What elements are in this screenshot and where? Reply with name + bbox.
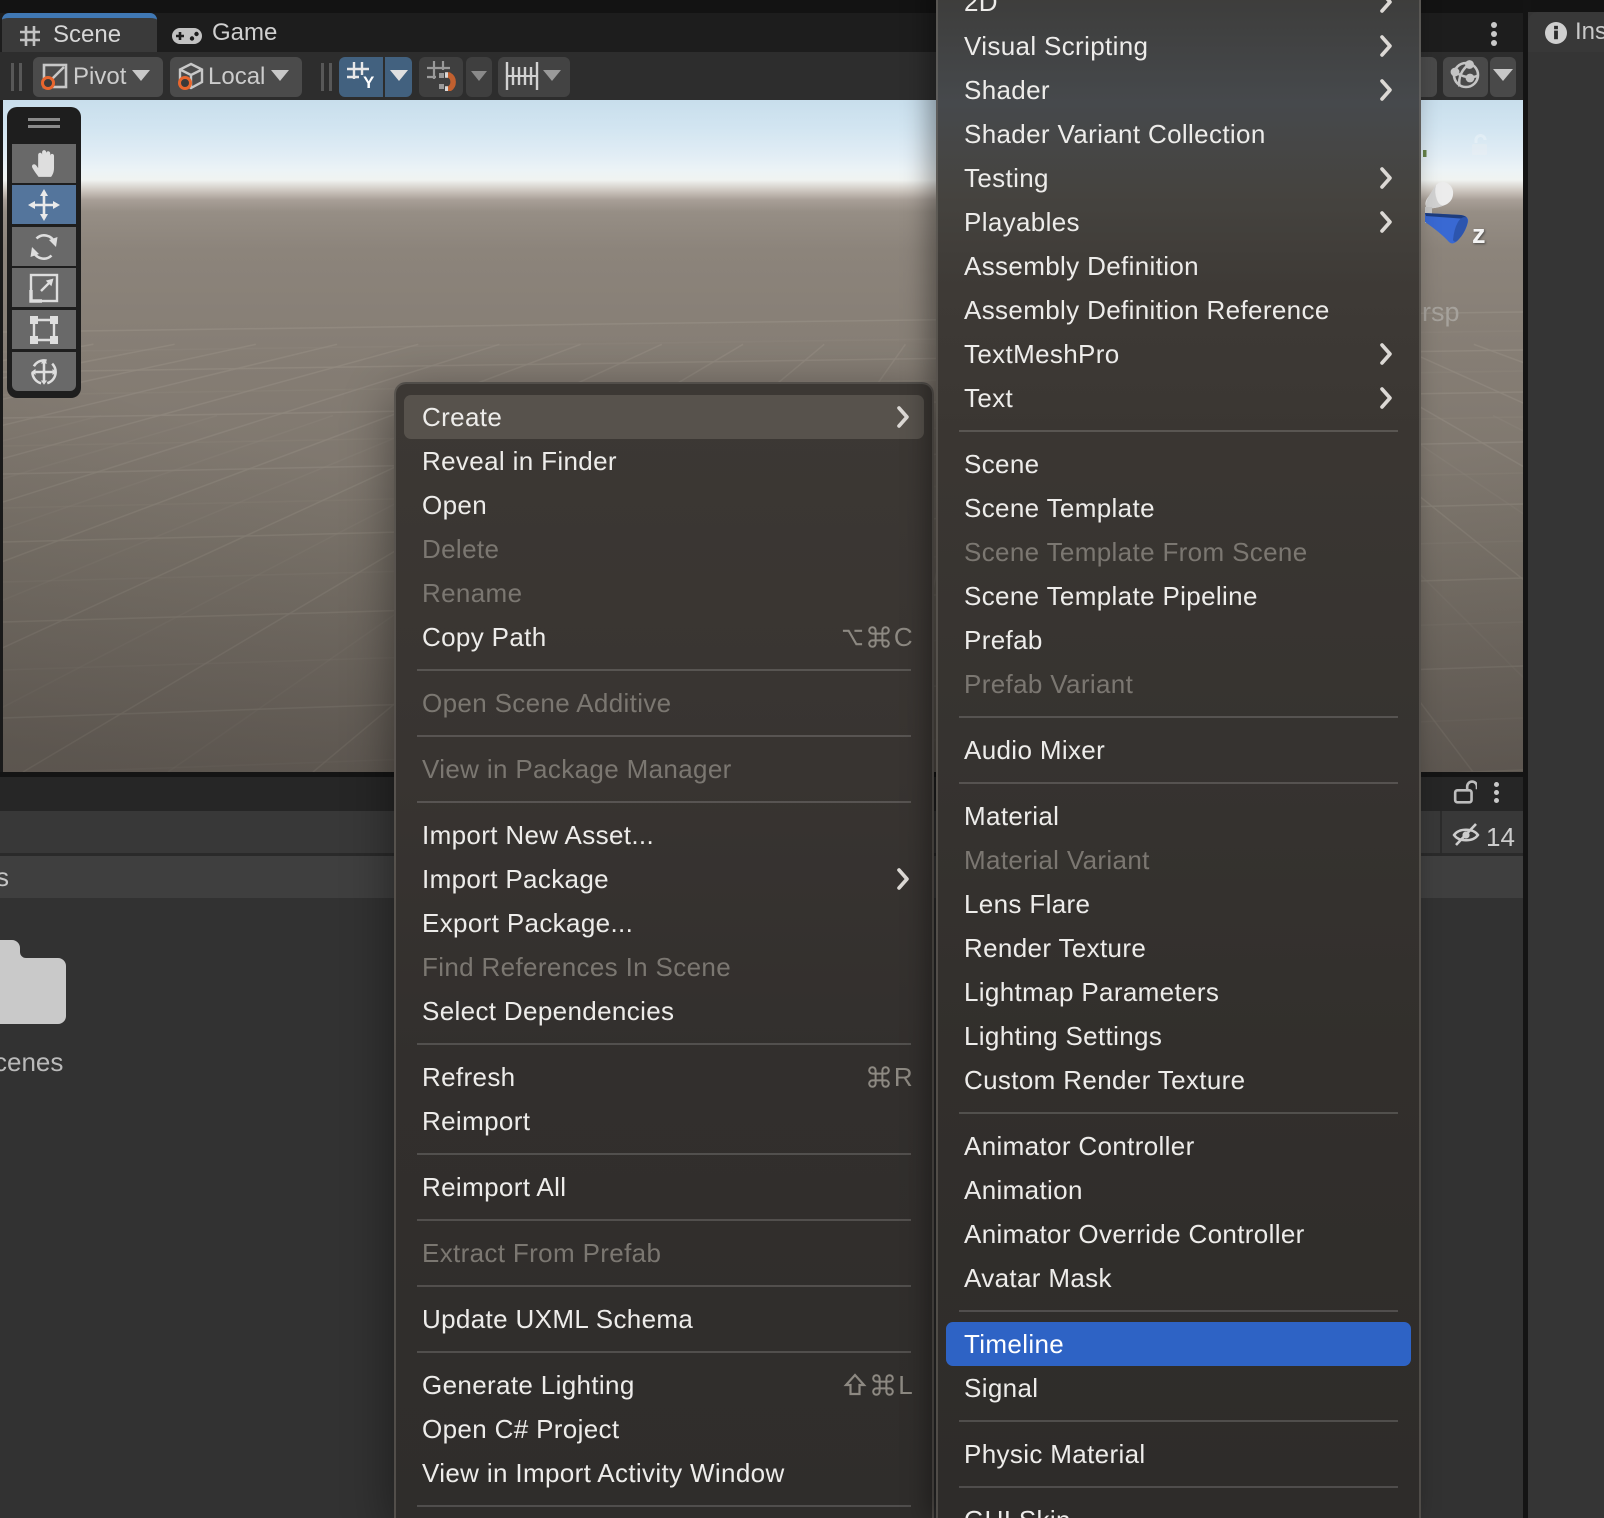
svg-text:Y: Y <box>363 73 375 91</box>
